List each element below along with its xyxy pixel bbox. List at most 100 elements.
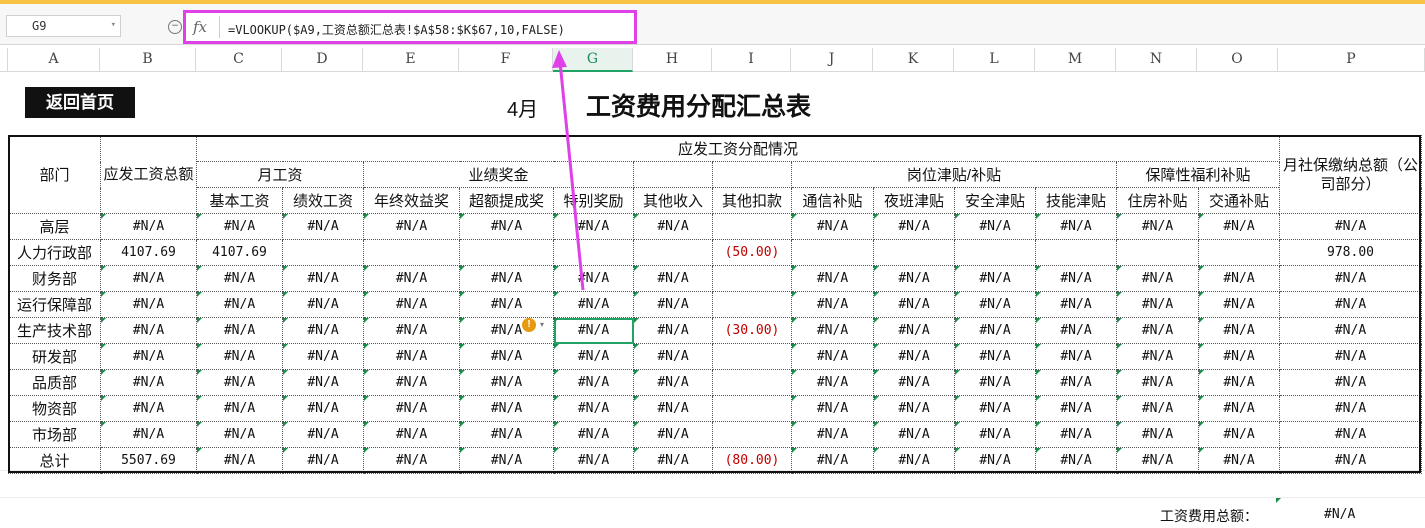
value-cell[interactable]: #N/A [1198,343,1280,370]
header-blank[interactable] [712,161,792,188]
name-box[interactable]: G9 ▾ [6,15,121,37]
warning-icon[interactable]: ! [522,318,536,332]
value-cell[interactable]: #N/A [1279,369,1422,396]
value-cell[interactable]: #N/A [1198,291,1280,318]
total-cost-value[interactable]: #N/A [1324,507,1355,522]
subheader-cell[interactable]: 交通补贴 [1198,187,1280,214]
column-header-n[interactable]: N [1116,48,1197,72]
value-cell[interactable]: #N/A [873,395,955,422]
value-cell[interactable]: #N/A [873,317,955,344]
value-cell[interactable]: #N/A [791,291,874,318]
value-cell[interactable]: #N/A [196,317,283,344]
dept-cell[interactable]: 市场部 [8,421,101,448]
value-cell[interactable]: #N/A [633,213,713,240]
value-cell[interactable]: #N/A [100,343,197,370]
value-cell[interactable]: #N/A [1198,213,1280,240]
dept-cell[interactable]: 研发部 [8,343,101,370]
value-cell[interactable]: #N/A [196,447,283,474]
value-cell[interactable]: (30.00) [712,317,792,344]
value-cell[interactable]: #N/A [363,317,460,344]
column-header-j[interactable]: J [791,48,873,72]
value-cell[interactable]: #N/A [1116,291,1199,318]
header-bonus[interactable]: 业绩奖金 [363,161,634,188]
value-cell[interactable]: #N/A [791,213,874,240]
value-cell[interactable]: #N/A [1116,447,1199,474]
dept-cell[interactable]: 高层 [8,213,101,240]
header-social-security[interactable]: 月社保缴纳总额（公司部分） [1279,135,1422,214]
value-cell[interactable]: #N/A [282,447,364,474]
value-cell[interactable]: #N/A [954,343,1036,370]
dept-cell[interactable]: 品质部 [8,369,101,396]
value-cell[interactable] [712,421,792,448]
column-header-g[interactable]: G [553,48,633,72]
value-cell[interactable]: #N/A [282,291,364,318]
value-cell[interactable]: #N/A [873,265,955,292]
value-cell[interactable]: #N/A [1279,447,1422,474]
select-all-corner[interactable] [0,48,8,72]
value-cell[interactable]: (80.00) [712,447,792,474]
value-cell[interactable]: #N/A [791,395,874,422]
value-cell[interactable]: 4107.69 [100,239,197,266]
value-cell[interactable]: #N/A [282,369,364,396]
value-cell[interactable]: #N/A [100,395,197,422]
value-cell[interactable] [1116,239,1199,266]
dept-cell[interactable]: 人力行政部 [8,239,101,266]
dept-cell[interactable]: 总计 [8,447,101,474]
value-cell[interactable] [459,239,554,266]
value-cell[interactable]: #N/A [363,447,460,474]
value-cell[interactable]: #N/A [873,291,955,318]
value-cell[interactable]: #N/A [1035,265,1117,292]
value-cell[interactable]: #N/A [954,317,1036,344]
value-cell[interactable]: #N/A [633,369,713,396]
value-cell[interactable]: #N/A [1198,265,1280,292]
column-header-e[interactable]: E [363,48,459,72]
value-cell[interactable]: #N/A [1035,369,1117,396]
value-cell[interactable]: #N/A [633,317,713,344]
value-cell[interactable]: #N/A [282,317,364,344]
value-cell[interactable]: #N/A [1198,369,1280,396]
value-cell[interactable]: #N/A [954,369,1036,396]
dept-cell[interactable]: 物资部 [8,395,101,422]
value-cell[interactable]: #N/A [459,395,554,422]
value-cell[interactable]: #N/A [196,265,283,292]
value-cell[interactable]: #N/A [196,395,283,422]
zoom-icon[interactable]: − [168,20,182,34]
home-button[interactable]: 返回首页 [25,87,135,118]
value-cell[interactable] [363,239,460,266]
value-cell[interactable]: #N/A [363,343,460,370]
value-cell[interactable]: #N/A [1116,213,1199,240]
value-cell[interactable]: (50.00) [712,239,792,266]
value-cell[interactable]: #N/A [1279,291,1422,318]
value-cell[interactable]: #N/A [1116,317,1199,344]
value-cell[interactable] [712,369,792,396]
column-header-i[interactable]: I [712,48,791,72]
value-cell[interactable]: #N/A [1035,317,1117,344]
value-cell[interactable]: #N/A [954,447,1036,474]
value-cell[interactable]: #N/A [1198,317,1280,344]
column-header-k[interactable]: K [873,48,954,72]
value-cell[interactable]: #N/A [954,213,1036,240]
value-cell[interactable] [712,343,792,370]
column-header-o[interactable]: O [1197,48,1278,72]
value-cell[interactable]: 4107.69 [196,239,283,266]
value-cell[interactable] [873,239,955,266]
value-cell[interactable] [1035,239,1117,266]
value-cell[interactable]: #N/A [1116,369,1199,396]
value-cell[interactable]: #N/A [363,421,460,448]
dept-cell[interactable]: 生产技术部 [8,317,101,344]
subheader-cell[interactable]: 特别奖励 [553,187,634,214]
value-cell[interactable] [791,239,874,266]
value-cell[interactable]: 978.00 [1279,239,1422,266]
value-cell[interactable]: #N/A [791,343,874,370]
value-cell[interactable]: #N/A [459,213,554,240]
value-cell[interactable]: #N/A [791,317,874,344]
value-cell[interactable]: #N/A [633,447,713,474]
column-header-l[interactable]: L [954,48,1035,72]
value-cell[interactable]: #N/A [1035,395,1117,422]
value-cell[interactable]: #N/A [363,213,460,240]
value-cell[interactable]: #N/A [100,213,197,240]
value-cell[interactable]: #N/A [1035,213,1117,240]
value-cell[interactable]: #N/A [196,343,283,370]
value-cell[interactable]: #N/A [363,291,460,318]
subheader-cell[interactable]: 其他收入 [633,187,713,214]
